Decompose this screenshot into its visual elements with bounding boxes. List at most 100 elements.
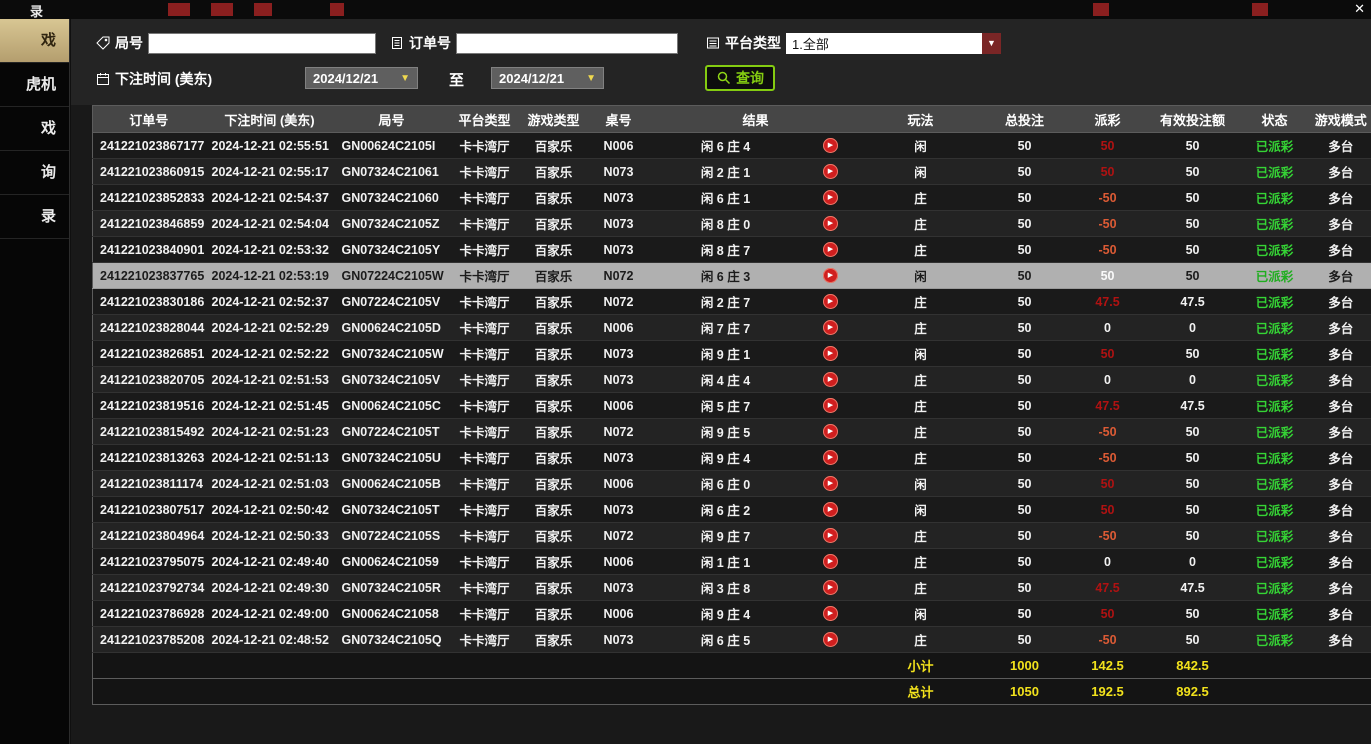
date-to-select[interactable]: 2024/12/21 ▼ xyxy=(491,67,604,89)
cell-game: 百家乐 xyxy=(521,237,587,263)
cell-round: GN00624C2105C xyxy=(335,393,449,419)
table-row[interactable]: 2412210238609152024-12-21 02:55:17GN0732… xyxy=(93,159,1371,185)
cell-side: 闲 xyxy=(861,341,981,367)
play-video-button[interactable]: ▶ xyxy=(823,268,838,283)
play-video-button[interactable]: ▶ xyxy=(823,346,838,361)
cell-bet: 50 xyxy=(981,315,1069,341)
query-button[interactable]: 查询 xyxy=(705,65,775,91)
play-video-button[interactable]: ▶ xyxy=(823,372,838,387)
play-video-button[interactable]: ▶ xyxy=(823,580,838,595)
close-icon[interactable]: ✕ xyxy=(1354,1,1365,17)
table-row[interactable]: 2412210238468592024-12-21 02:54:04GN0732… xyxy=(93,211,1371,237)
sidebar-item-label: 录 xyxy=(41,208,56,225)
cell-valid: 50 xyxy=(1147,497,1239,523)
sidebar-item-game[interactable]: 戏 xyxy=(0,107,69,151)
play-video-button[interactable]: ▶ xyxy=(823,450,838,465)
round-label: 局号 xyxy=(115,33,143,53)
table-row[interactable]: 2412210238195162024-12-21 02:51:45GN0062… xyxy=(93,393,1371,419)
cell-table: N073 xyxy=(587,185,651,211)
cell-order: 241221023820705 xyxy=(93,367,205,393)
sidebar-item-slots[interactable]: 虎机 xyxy=(0,63,69,107)
play-video-button[interactable]: ▶ xyxy=(823,476,838,491)
order-input[interactable] xyxy=(456,33,678,54)
cell-round: GN07224C2105V xyxy=(335,289,449,315)
cell-game: 百家乐 xyxy=(521,523,587,549)
play-video-button[interactable]: ▶ xyxy=(823,502,838,517)
play-video-button[interactable]: ▶ xyxy=(823,294,838,309)
cell-time: 2024-12-21 02:52:37 xyxy=(205,289,335,315)
play-video-button[interactable]: ▶ xyxy=(823,164,838,179)
play-video-button[interactable]: ▶ xyxy=(823,242,838,257)
table-row[interactable]: 2412210238132632024-12-21 02:51:13GN0732… xyxy=(93,445,1371,471)
cell-hall: 卡卡湾厅 xyxy=(449,523,521,549)
tab-fragment xyxy=(168,3,190,16)
list-icon xyxy=(705,36,720,50)
play-video-button[interactable]: ▶ xyxy=(823,554,838,569)
cell-valid: 50 xyxy=(1147,133,1239,159)
table-row[interactable]: 2412210238111742024-12-21 02:51:03GN0062… xyxy=(93,471,1371,497)
table-row[interactable]: 2412210238049642024-12-21 02:50:33GN0722… xyxy=(93,523,1371,549)
play-video-button[interactable]: ▶ xyxy=(823,216,838,231)
play-video-button[interactable]: ▶ xyxy=(823,398,838,413)
table-row[interactable]: 2412210237852082024-12-21 02:48:52GN0732… xyxy=(93,627,1371,653)
cell-order: 241221023846859 xyxy=(93,211,205,237)
summary-cell-payout: 142.5 xyxy=(1069,653,1147,679)
tag-icon xyxy=(95,36,110,50)
cell-result: 闲 6 庄 1 xyxy=(651,185,801,211)
cell-result: 闲 8 庄 7 xyxy=(651,237,801,263)
summary-cell-side: 小计 xyxy=(861,653,981,679)
cell-bet: 50 xyxy=(981,289,1069,315)
column-header: 局号 xyxy=(335,106,449,133)
summary-cell-round xyxy=(335,653,449,679)
table-row[interactable]: 2412210238075172024-12-21 02:50:42GN0732… xyxy=(93,497,1371,523)
table-row[interactable]: 2412210238280442024-12-21 02:52:29GN0062… xyxy=(93,315,1371,341)
sidebar-item-query[interactable]: 询 xyxy=(0,151,69,195)
cell-time: 2024-12-21 02:53:19 xyxy=(205,263,335,289)
cell-bet: 50 xyxy=(981,263,1069,289)
table-row[interactable]: 2412210238154922024-12-21 02:51:23GN0722… xyxy=(93,419,1371,445)
cell-play: ▶ xyxy=(801,601,861,627)
cell-result: 闲 5 庄 7 xyxy=(651,393,801,419)
summary-cell-time xyxy=(205,653,335,679)
date-from-select[interactable]: 2024/12/21 ▼ xyxy=(305,67,418,89)
play-video-button[interactable]: ▶ xyxy=(823,632,838,647)
table-row[interactable]: 2412210237950752024-12-21 02:49:40GN0062… xyxy=(93,549,1371,575)
play-video-button[interactable]: ▶ xyxy=(823,138,838,153)
summary-cell-bet: 1050 xyxy=(981,679,1069,705)
table-row[interactable]: 2412210238268512024-12-21 02:52:22GN0732… xyxy=(93,341,1371,367)
cell-bet: 50 xyxy=(981,601,1069,627)
platform-select[interactable]: 1.全部 ▼ xyxy=(786,33,1001,54)
cell-hall: 卡卡湾厅 xyxy=(449,367,521,393)
play-video-button[interactable]: ▶ xyxy=(823,424,838,439)
table-row[interactable]: 2412210237927342024-12-21 02:49:30GN0732… xyxy=(93,575,1371,601)
cell-round: GN07324C2105U xyxy=(335,445,449,471)
play-video-button[interactable]: ▶ xyxy=(823,606,838,621)
play-video-button[interactable]: ▶ xyxy=(823,320,838,335)
cell-play: ▶ xyxy=(801,341,861,367)
table-row[interactable]: 2412210238528332024-12-21 02:54:37GN0732… xyxy=(93,185,1371,211)
filter-panel: 局号 订单号 平台类型 1.全部 ▼ 下注时间 (美东) xyxy=(71,19,1371,105)
cell-valid: 50 xyxy=(1147,627,1239,653)
date-from-value: 2024/12/21 xyxy=(313,71,378,86)
cell-result: 闲 6 庄 2 xyxy=(651,497,801,523)
play-video-button[interactable]: ▶ xyxy=(823,528,838,543)
table-row[interactable]: 2412210238377652024-12-21 02:53:19GN0722… xyxy=(93,263,1371,289)
cell-mode: 多台 xyxy=(1311,601,1371,627)
play-video-button[interactable]: ▶ xyxy=(823,190,838,205)
cell-mode: 多台 xyxy=(1311,575,1371,601)
sidebar-item-live-game[interactable]: 戏 xyxy=(0,19,69,63)
cell-valid: 50 xyxy=(1147,237,1239,263)
table-row[interactable]: 2412210238207052024-12-21 02:51:53GN0732… xyxy=(93,367,1371,393)
cell-mode: 多台 xyxy=(1311,289,1371,315)
table-row[interactable]: 2412210238409012024-12-21 02:53:32GN0732… xyxy=(93,237,1371,263)
table-row[interactable]: 2412210237869282024-12-21 02:49:00GN0062… xyxy=(93,601,1371,627)
summary-cell-time xyxy=(205,679,335,705)
summary-cell-hall xyxy=(449,653,521,679)
round-input[interactable] xyxy=(148,33,376,54)
table-row[interactable]: 2412210238671772024-12-21 02:55:51GN0062… xyxy=(93,133,1371,159)
cell-status: 已派彩 xyxy=(1239,341,1311,367)
table-row[interactable]: 2412210238301862024-12-21 02:52:37GN0722… xyxy=(93,289,1371,315)
cell-play: ▶ xyxy=(801,185,861,211)
sidebar-item-records[interactable]: 录 xyxy=(0,195,69,239)
cell-payout: 50 xyxy=(1069,497,1147,523)
